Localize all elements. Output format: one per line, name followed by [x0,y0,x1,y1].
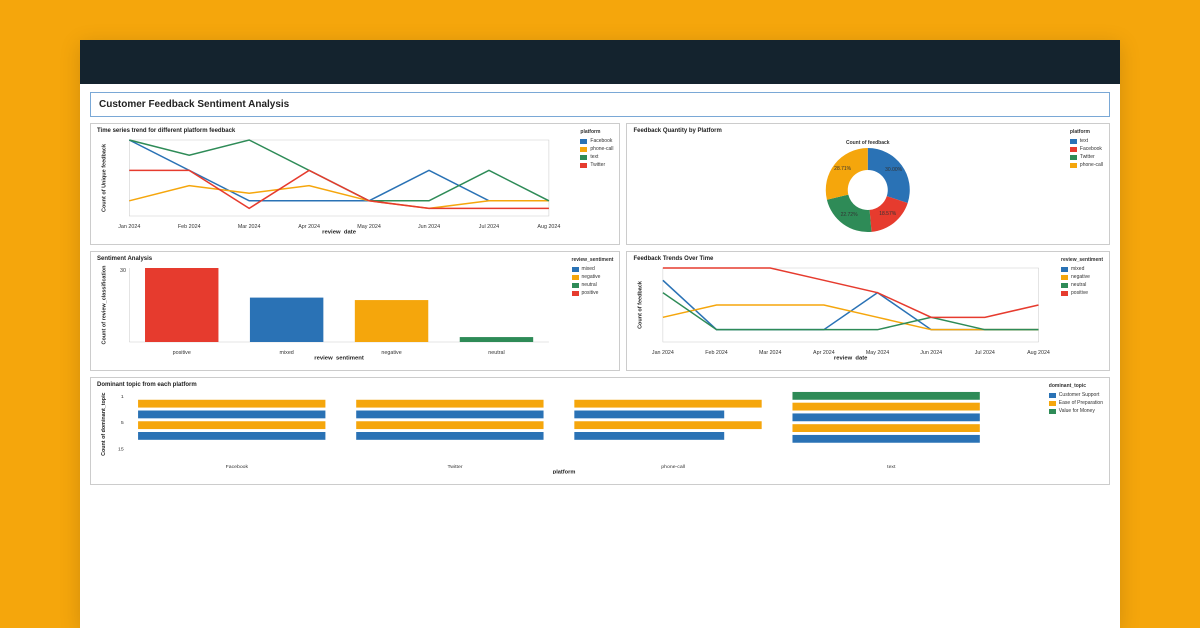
window-titlebar [80,40,1120,84]
svg-text:Feb 2024: Feb 2024 [178,224,201,230]
svg-text:May 2024: May 2024 [357,224,381,230]
svg-text:30.00%: 30.00% [886,167,904,173]
panel-trend: Feedback Trends Over Time review_sentime… [626,251,1110,371]
svg-text:Mar 2024: Mar 2024 [238,224,261,230]
svg-text:review_date: review_date [322,230,356,234]
chart-dominant-topic: Count of dominant_topicplatform1515Faceb… [97,390,1103,474]
svg-text:positive: positive [173,350,191,356]
svg-text:Jan 2024: Jan 2024 [118,224,140,230]
svg-text:Count of feedback: Count of feedback [638,280,644,329]
svg-text:Jul 2024: Jul 2024 [479,224,499,230]
dashboard-window: Customer Feedback Sentiment Analysis Tim… [80,40,1120,628]
svg-text:Apr 2024: Apr 2024 [814,350,836,356]
panel-pie: Feedback Quantity by Platform platform t… [626,123,1110,245]
svg-text:phone-call: phone-call [661,464,685,470]
svg-text:Count of review_classification: Count of review_classification [101,265,107,345]
svg-text:30: 30 [120,268,126,274]
svg-text:Facebook: Facebook [226,464,249,470]
svg-text:review_sentiment: review_sentiment [314,356,364,360]
svg-text:review_date: review_date [834,356,868,360]
row-3: Dominant topic from each platform domina… [90,377,1110,485]
panel-title: Feedback Quantity by Platform [633,128,1103,134]
panel-title: Time series trend for different platform… [97,128,613,134]
svg-text:Mar 2024: Mar 2024 [759,350,782,356]
svg-text:Jul 2024: Jul 2024 [975,350,995,356]
page-title-box: Customer Feedback Sentiment Analysis [90,92,1110,117]
chart-trend: Jan 2024 Feb 2024 Mar 2024 Apr 2024 May 2024… [633,264,1103,360]
svg-text:18.57%: 18.57% [880,211,898,217]
svg-text:Apr 2024: Apr 2024 [298,224,320,230]
page-title: Customer Feedback Sentiment Analysis [99,99,1101,110]
svg-text:platform: platform [553,470,576,474]
panel-title: Dominant topic from each platform [97,382,1103,388]
panel-title: Sentiment Analysis [97,256,613,262]
svg-text:5: 5 [121,420,124,426]
svg-text:May 2024: May 2024 [866,350,890,356]
panel-time-series: Time series trend for different platform… [90,123,620,245]
dashboard-content: Customer Feedback Sentiment Analysis Tim… [80,84,1120,499]
chart-pie: Count of feedback 30.00% 18.57% 22.72% 28.71… [633,136,1103,234]
svg-text:Jun 2024: Jun 2024 [921,350,943,356]
row-1: Time series trend for different platform… [90,123,1110,245]
svg-text:Feb 2024: Feb 2024 [706,350,729,356]
svg-text:Aug 2024: Aug 2024 [1028,350,1051,356]
chart-time-series: Jan 2024 Feb 2024 Mar 2024 Apr 2024 May 2024… [97,136,613,234]
chart-sentiment-bar: Count of review_classification review_sen… [97,264,613,360]
panel-title: Feedback Trends Over Time [633,256,1103,262]
svg-text:text: text [887,464,896,470]
svg-text:Count of dominant_topic: Count of dominant_topic [101,392,107,455]
svg-text:neutral: neutral [488,350,504,356]
svg-text:Twitter: Twitter [447,464,462,470]
svg-text:15: 15 [118,447,124,453]
svg-text:mixed: mixed [279,350,293,356]
svg-text:Count of feedback: Count of feedback [846,140,890,146]
row-2: Sentiment Analysis review_sentiment mixe… [90,251,1110,371]
svg-text:Aug 2024: Aug 2024 [537,224,560,230]
panel-sentiment-bar: Sentiment Analysis review_sentiment mixe… [90,251,620,371]
svg-text:1: 1 [121,394,124,400]
svg-text:Count of Unique feedback: Count of Unique feedback [101,143,107,212]
svg-text:22.72%: 22.72% [841,212,859,218]
panel-dominant-topic: Dominant topic from each platform domina… [90,377,1110,485]
svg-text:Jan 2024: Jan 2024 [652,350,674,356]
svg-text:Jun 2024: Jun 2024 [418,224,440,230]
svg-text:28.71%: 28.71% [835,166,853,172]
svg-text:negative: negative [381,350,401,356]
